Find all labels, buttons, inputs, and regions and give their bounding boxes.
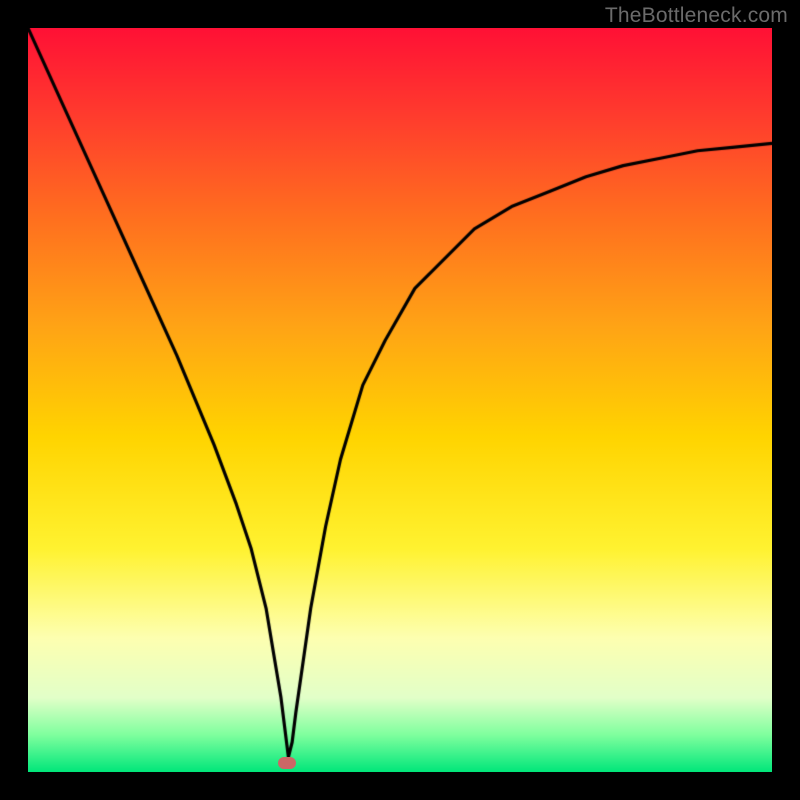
bottleneck-curve bbox=[28, 28, 772, 772]
plot-area bbox=[28, 28, 772, 772]
optimal-marker bbox=[278, 757, 296, 769]
watermark-text: TheBottleneck.com bbox=[605, 4, 788, 28]
